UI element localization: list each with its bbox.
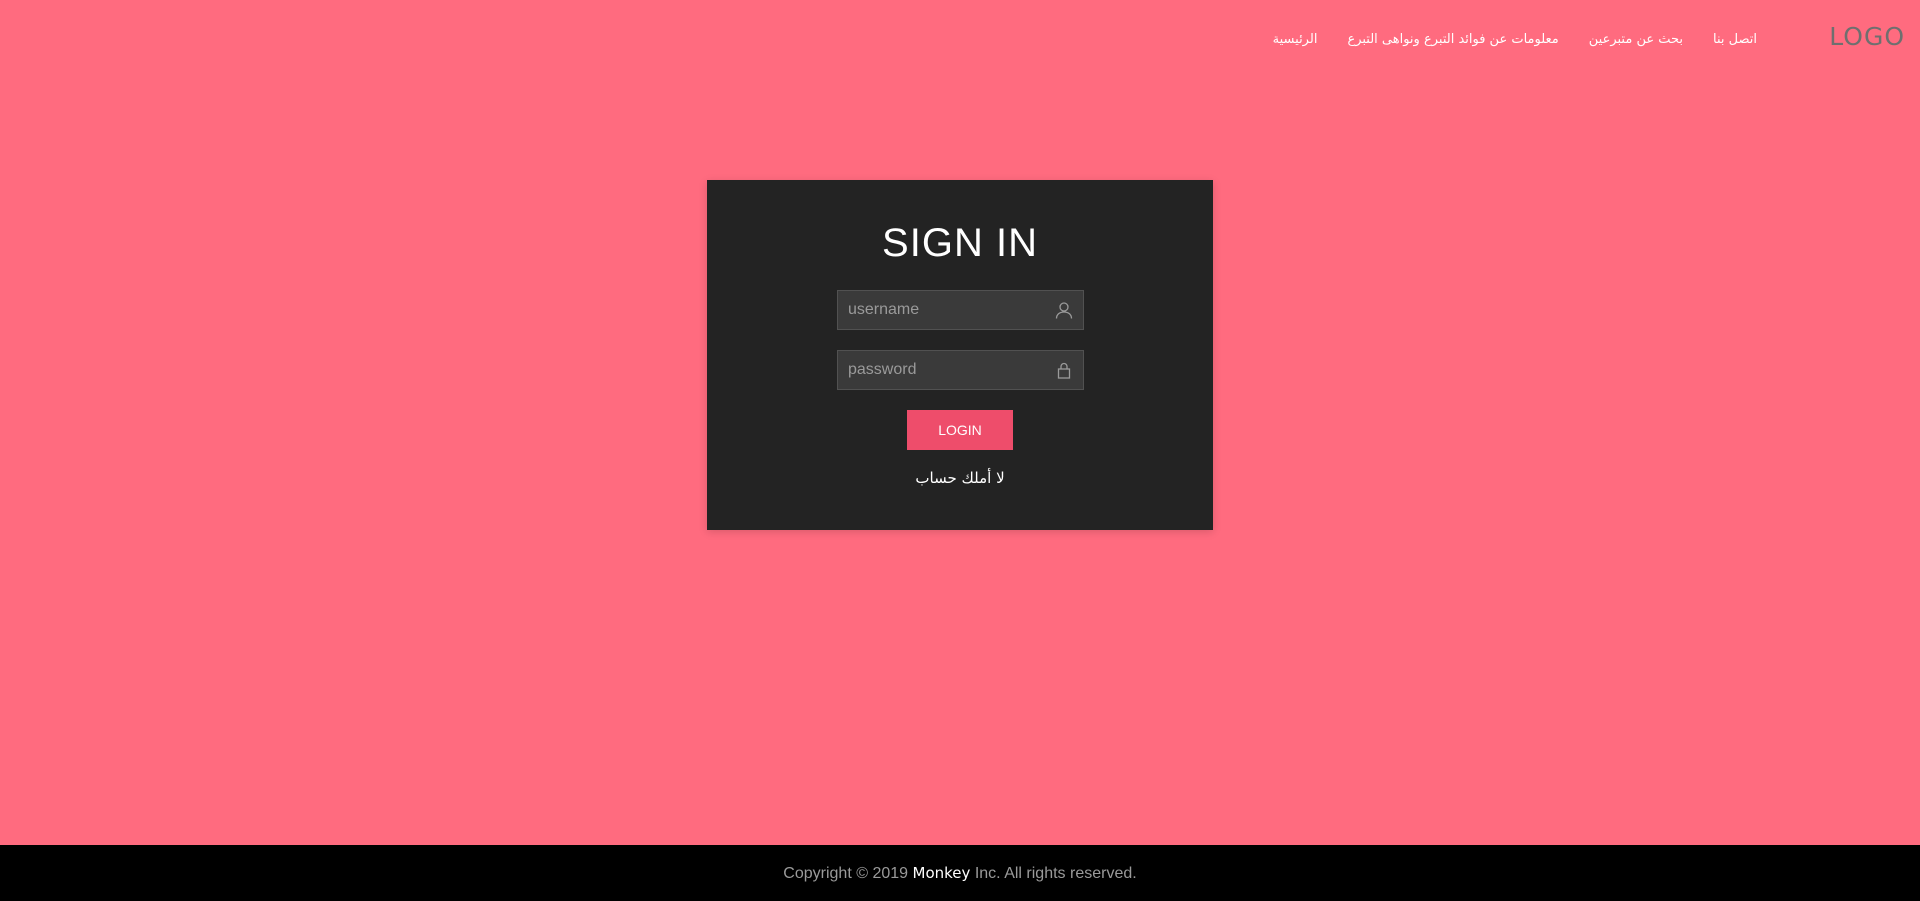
username-input[interactable] (838, 291, 1083, 329)
nav-link-search-donors[interactable]: بحث عن متبرعين (1589, 32, 1683, 47)
nav-item-home: الرئيسية (1273, 32, 1318, 47)
site-footer: Copyright © 2019 Monkey Inc. All rights … (0, 845, 1920, 901)
nav-item-contact: اتصل بنا (1713, 32, 1757, 47)
nav-link-contact[interactable]: اتصل بنا (1713, 32, 1757, 47)
nav-item-donation-info: معلومات عن فوائد التبرع ونواهى التبرع (1347, 32, 1558, 47)
copyright-prefix: Copyright © 2019 (783, 865, 913, 882)
password-input[interactable] (838, 351, 1083, 389)
username-field (837, 290, 1084, 330)
user-icon (1054, 300, 1074, 320)
login-panel: SIGN IN LOGIN لا أملك حساب (707, 180, 1213, 530)
main-nav: الرئيسية معلومات عن فوائد التبرع ونواهى … (1273, 32, 1757, 47)
password-field (837, 350, 1084, 390)
nav-item-search-donors: بحث عن متبرعين (1589, 32, 1683, 47)
logo[interactable]: LOGO (1829, 22, 1905, 51)
copyright-suffix: Inc. All rights reserved. (970, 865, 1137, 882)
nav-link-donation-info[interactable]: معلومات عن فوائد التبرع ونواهى التبرع (1347, 32, 1558, 47)
brand-link[interactable]: Monkey (913, 864, 971, 882)
no-account-link[interactable]: لا أملك حساب (707, 469, 1213, 487)
lock-icon (1054, 360, 1074, 380)
nav-link-home[interactable]: الرئيسية (1273, 32, 1318, 47)
site-header: LOGO الرئيسية معلومات عن فوائد التبرع ون… (0, 0, 1920, 82)
login-title: SIGN IN (882, 221, 1038, 265)
login-button[interactable]: LOGIN (907, 410, 1013, 450)
